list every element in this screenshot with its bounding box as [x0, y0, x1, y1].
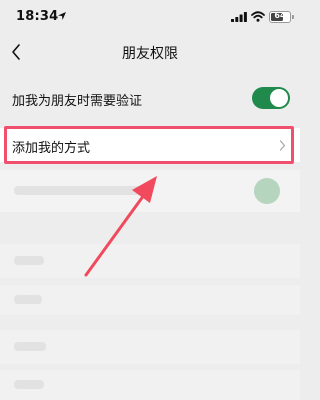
annotation-arrow-icon: [84, 176, 157, 277]
screen: 18:34 64 朋友权限 加我为朋友时需要验证 添加我的方式: [0, 0, 300, 400]
